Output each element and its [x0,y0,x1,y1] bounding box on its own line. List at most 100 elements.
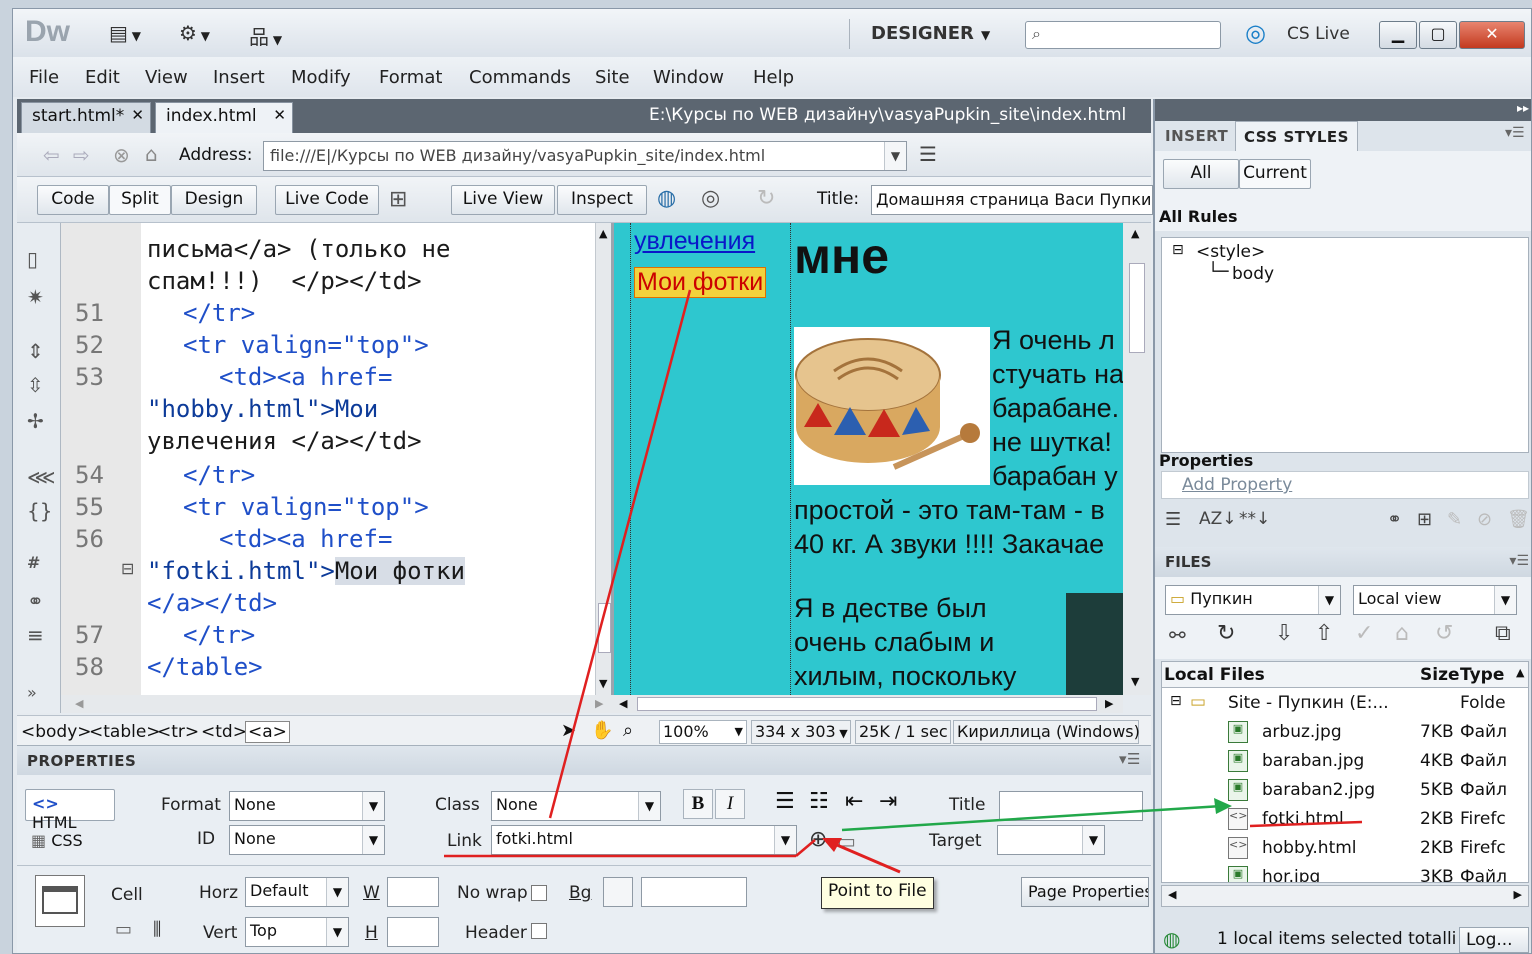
horz-select[interactable]: Default ▼ [245,877,349,907]
indent-icon[interactable]: ⇥ [879,789,897,814]
scroll-down-icon[interactable]: ▼ [599,677,607,690]
target-select[interactable]: ▼ [997,825,1105,855]
connect-icon[interactable]: ⚯ [1169,623,1186,647]
cs-live-button[interactable]: CS Live [1287,24,1350,44]
refresh-icon[interactable]: ↻ [757,186,775,211]
sync-icon[interactable]: ↺ [1435,621,1453,646]
scroll-right-icon[interactable]: ▶ [1105,697,1113,710]
pointer-tool-icon[interactable]: ➤ [561,720,576,741]
stop-icon[interactable]: ⊗ [113,143,130,167]
scroll-up-icon[interactable]: ▲ [599,227,607,240]
live-view-button[interactable]: Live View [451,185,555,215]
title-input[interactable]: Домашняя страница Васи Пупкина [871,185,1153,215]
select-parent-icon[interactable]: ⇳ [27,373,44,397]
chevron-down-icon[interactable]: ▼ [981,28,990,42]
scroll-up-icon[interactable]: ▲ [1516,666,1524,679]
tag-table[interactable]: <table> [89,722,161,742]
site-select[interactable]: ▭ Пупкин ▼ [1165,585,1341,615]
globe-icon[interactable]: ◍ [657,186,676,211]
collapse-panel-icon[interactable]: ▸▸ [1517,101,1529,115]
gear-icon[interactable]: ⚙ ▼ [179,21,210,45]
tag-td[interactable]: <td> [201,722,247,742]
css-mode-button[interactable]: ▦ CSS [25,827,115,859]
format-select[interactable]: None ▼ [229,791,385,821]
syntax-icon[interactable]: # [27,553,40,572]
back-icon[interactable]: ⇦ [43,143,60,167]
design-vertical-scrollbar[interactable]: ▲ ▼ [1123,223,1151,695]
check-icon[interactable]: ⊞ [389,187,407,212]
collapse-marker-icon[interactable]: ⊟ [121,559,134,578]
expand-tag-icon[interactable]: ⇕ [27,339,44,363]
html-mode-button[interactable]: <> HTML [25,789,115,832]
link-input[interactable]: fotki.html ▼ [491,825,797,855]
view-select[interactable]: Local view ▼ [1353,585,1517,615]
scroll-thumb[interactable] [598,603,611,653]
new-rule-icon[interactable]: ⊞ [1417,509,1432,530]
expand-icon[interactable]: ⧉ [1495,621,1511,646]
zoom-select[interactable]: 100% ▼ [659,720,747,744]
italic-button[interactable]: I [715,789,745,819]
site-icon[interactable]: 品 ▼ [249,21,282,50]
page-properties-button[interactable]: Page Properties... [1021,877,1149,907]
panel-menu-icon[interactable]: ▾☰ [1509,553,1529,569]
scroll-left-icon[interactable]: ◀ [619,697,627,710]
rule-style[interactable]: <style> [1196,242,1265,262]
split-view-button[interactable]: Split [109,185,171,215]
browser-options-icon[interactable]: ☰ [919,142,937,166]
menu-commands[interactable]: Commands [469,67,571,88]
get-files-icon[interactable]: ⇩ [1275,621,1293,646]
disable-icon[interactable]: ⊘ [1477,509,1492,530]
open-documents-icon[interactable]: ▯ [27,247,38,271]
check-out-icon[interactable]: ✓ [1355,621,1373,646]
code-view-button[interactable]: Code [37,185,109,215]
scroll-thumb[interactable] [1129,263,1145,353]
file-row[interactable]: ▣ hor.jpg 3KB Файл [1162,864,1528,882]
live-code-button[interactable]: Live Code [275,185,379,215]
close-button[interactable]: ✕ [1459,21,1525,49]
header-checkbox[interactable] [531,923,547,939]
ordered-list-icon[interactable]: ☷ [809,789,829,814]
menu-site[interactable]: Site [595,67,630,88]
id-select[interactable]: None ▼ [229,825,385,855]
files-horizontal-scrollbar[interactable]: ◀ ▶ [1161,885,1529,907]
more-icon[interactable]: » [27,683,37,702]
code-editor[interactable]: письма</a> (только не спам!!!) </p></td>… [141,223,595,695]
tab-start-html[interactable]: start.html* ✕ [21,102,151,133]
line-numbers-icon[interactable]: ⋘ [27,465,55,489]
collapse-icon[interactable]: ✷ [27,285,44,309]
merge-cells-icon[interactable]: ▭ [115,919,132,940]
highlight-icon[interactable]: {} [27,499,52,523]
col-local-files[interactable]: Local Files [1164,665,1265,685]
tab-css-styles[interactable]: CSS STYLES [1235,121,1358,151]
address-input[interactable]: file:///E|/Курсы по WEB дизайну/vasyaPup… [263,141,907,171]
balance-braces-icon[interactable]: ✢ [27,409,44,433]
col-type[interactable]: Type [1460,665,1504,685]
minimize-button[interactable]: ▁ [1379,21,1417,49]
design-horizontal-scrollbar[interactable]: ◀ ▶ [611,695,1123,713]
comment-icon[interactable]: ⚭ [27,589,44,613]
check-in-icon[interactable]: ⌂ [1395,621,1409,646]
close-icon[interactable]: ✕ [273,106,286,124]
tag-a[interactable]: <a> [245,721,290,743]
bg-color-picker[interactable] [603,877,633,907]
browse-folder-icon[interactable]: ▭ [837,829,856,853]
menu-modify[interactable]: Modify [291,67,351,88]
width-input[interactable] [387,877,439,907]
bg-color-input[interactable] [641,877,747,907]
nowrap-checkbox[interactable] [531,885,547,901]
tab-insert[interactable]: INSERT [1157,121,1236,151]
edit-rule-icon[interactable]: ✎ [1447,509,1462,530]
menu-window[interactable]: Window [653,67,724,88]
scroll-right-icon[interactable]: ▶ [1514,888,1522,901]
layout-icon[interactable]: ▤ ▼ [109,21,141,45]
menu-view[interactable]: View [145,67,188,88]
alphabetical-view-icon[interactable]: AZ↓ [1199,509,1237,529]
bold-button[interactable]: B [683,789,713,819]
menu-help[interactable]: Help [753,67,794,88]
design-view-button[interactable]: Design [171,185,257,215]
trash-icon[interactable]: 🗑 [1507,509,1530,530]
hobby-link[interactable]: увлечения [634,227,755,256]
inspect-button[interactable]: Inspect [557,185,647,215]
menu-file[interactable]: File [29,67,59,88]
visual-aids-icon[interactable]: ◎ [701,186,720,211]
